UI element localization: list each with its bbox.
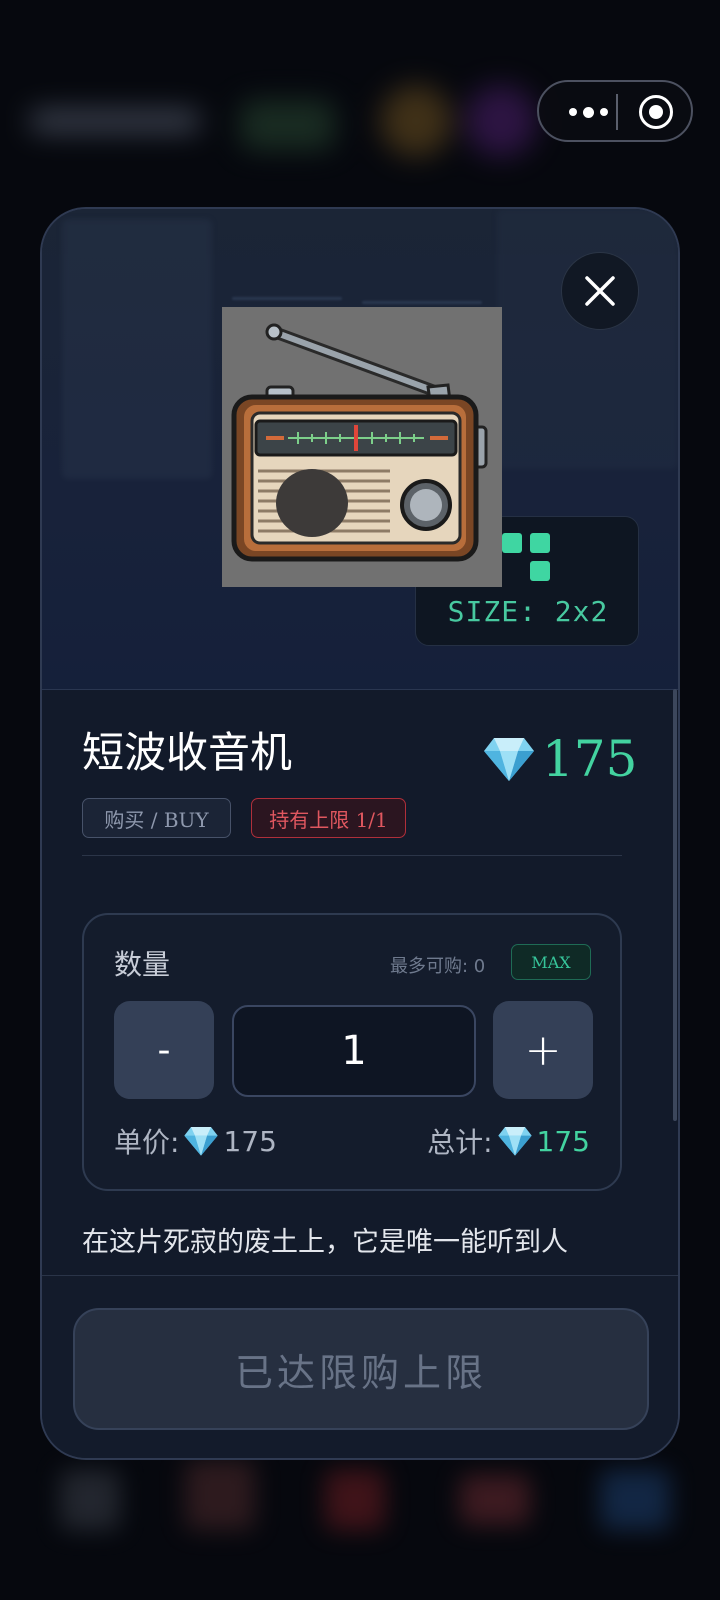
- price-value: 175: [542, 730, 638, 788]
- hero-background-panel: [497, 209, 678, 469]
- buy-tag: 购买 / BUY: [82, 798, 231, 838]
- hero-decor-line: [362, 301, 482, 304]
- target-circle-icon[interactable]: [639, 95, 673, 129]
- total-price-value: 175: [536, 1124, 590, 1158]
- max-button[interactable]: MAX: [511, 944, 591, 980]
- holding-limit-badge: 持有上限 1/1: [251, 798, 406, 838]
- unit-price-value: 175: [223, 1124, 277, 1158]
- unit-price: 单价: 175: [114, 1121, 277, 1161]
- background-tabbar: [0, 1450, 720, 1600]
- diamond-icon: [184, 1127, 219, 1156]
- quantity-label: 数量: [114, 948, 171, 981]
- decrease-button[interactable]: -: [114, 1001, 214, 1099]
- unit-price-label: 单价:: [114, 1126, 180, 1159]
- item-name: 短波收音机: [82, 728, 293, 777]
- diamond-icon: [497, 1127, 532, 1156]
- size-cell: [502, 533, 522, 553]
- quantity-input[interactable]: 1: [232, 1005, 476, 1097]
- hero-decor-line: [232, 297, 342, 300]
- quantity-panel: 数量 最多可购: 0 MAX - 1 + 单价: 175 总计: 175: [82, 913, 622, 1191]
- item-price: 175: [482, 724, 637, 794]
- radio-icon: [222, 307, 502, 587]
- size-cell: [530, 561, 550, 581]
- more-dots-icon[interactable]: [557, 90, 619, 134]
- item-hero: SIZE: 2x2: [42, 209, 678, 690]
- close-icon: [585, 276, 615, 306]
- item-purchase-modal: SIZE: 2x2 短波收音机 175 购买 / BUY 持有上限 1/1 数量…: [40, 207, 680, 1460]
- miniprogram-capsule: [537, 80, 693, 142]
- capsule-divider: [616, 94, 618, 130]
- max-purchasable-text: 最多可购: 0: [390, 956, 486, 977]
- close-button[interactable]: [561, 252, 639, 330]
- size-label: SIZE: 2x2: [447, 595, 609, 628]
- diamond-icon: [484, 738, 534, 781]
- increase-button[interactable]: +: [493, 1001, 593, 1099]
- section-divider: [82, 855, 622, 856]
- hero-background-panel: [62, 219, 212, 479]
- purchase-button-disabled[interactable]: 已达限购上限: [73, 1308, 649, 1430]
- total-price: 总计: 175: [427, 1121, 590, 1161]
- size-cell: [530, 533, 550, 553]
- background-header: [20, 80, 540, 170]
- item-description: 在这片死寂的废土上，它是唯一能听到人: [82, 1227, 568, 1258]
- content-scrollbar[interactable]: [673, 689, 677, 1121]
- total-price-label: 总计:: [427, 1126, 493, 1159]
